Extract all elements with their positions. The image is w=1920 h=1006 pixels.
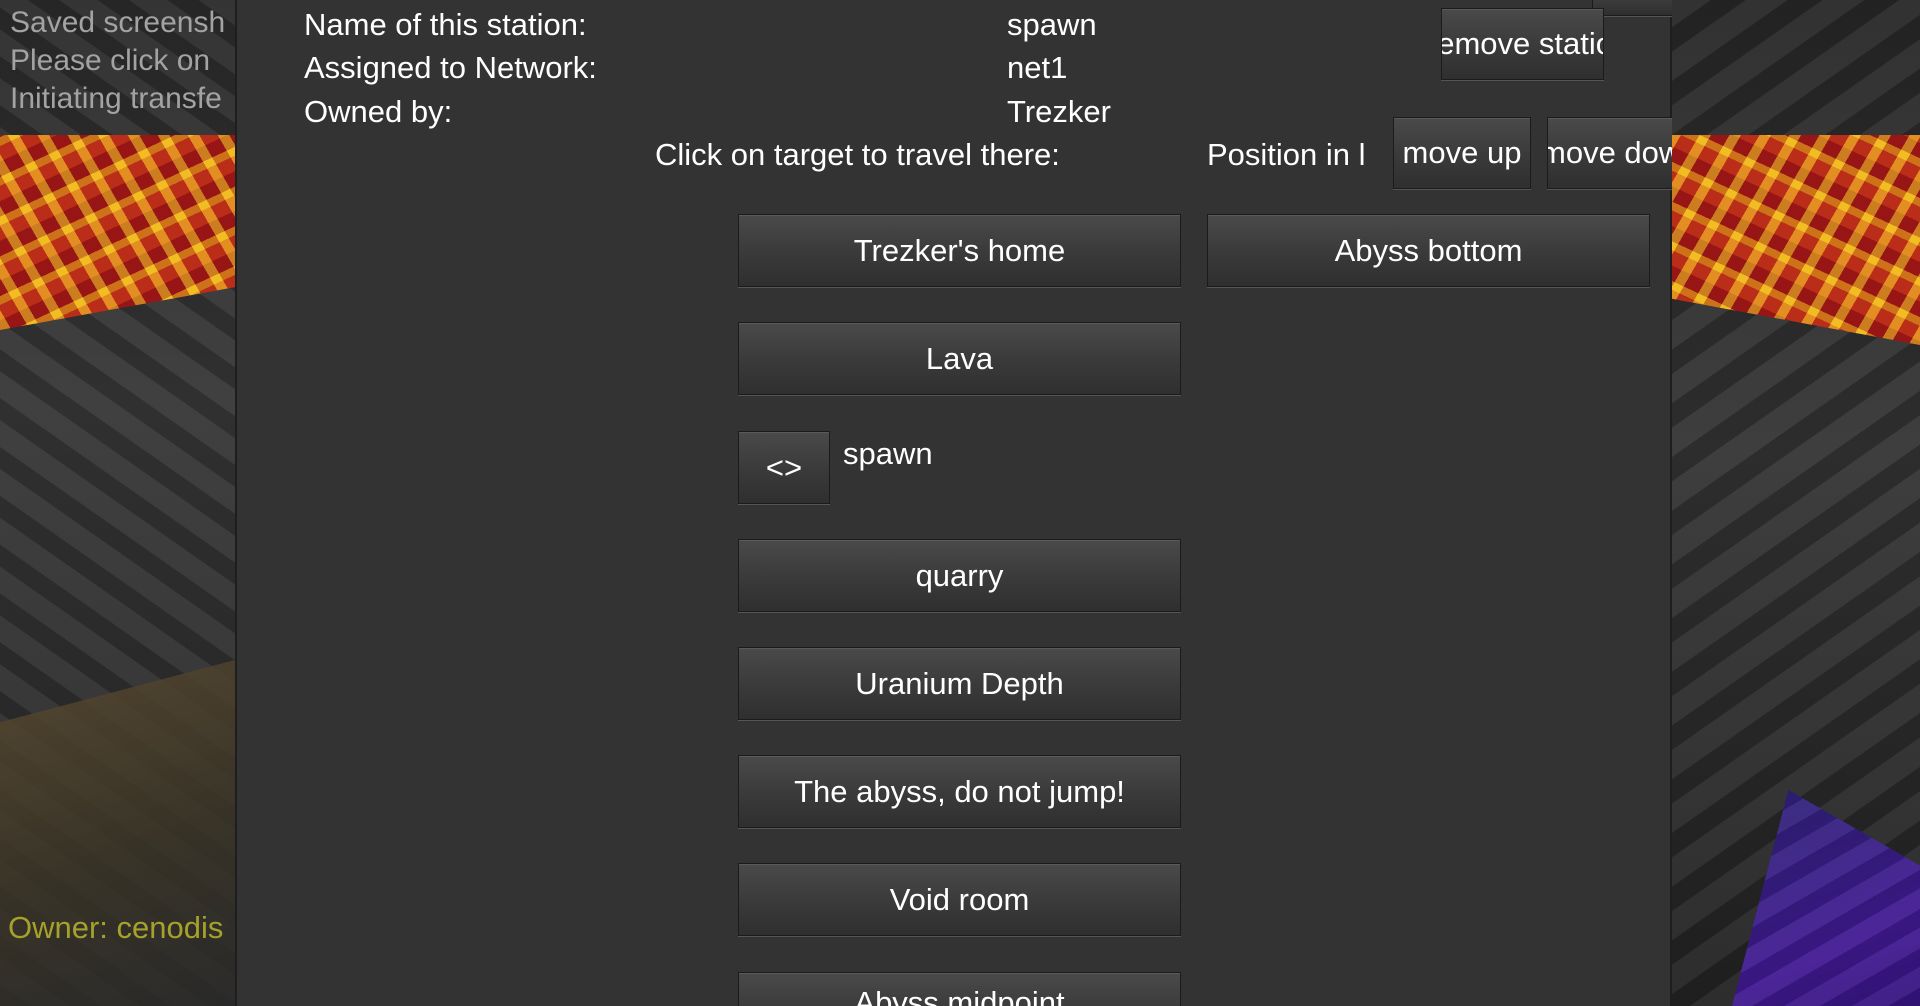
chat-line: Please click on	[10, 44, 211, 77]
game-world-left	[0, 0, 235, 1006]
move-down-label: move dowi	[1547, 135, 1672, 170]
remove-station-label: Remove station	[1441, 26, 1603, 61]
network-label: Assigned to Network:	[304, 50, 597, 85]
selected-station-button[interactable]: Abyss bottom	[1207, 214, 1650, 287]
target-button[interactable]: Trezker's home	[738, 214, 1181, 287]
toggle-label: <>	[765, 449, 803, 485]
move-up-button[interactable]: move up	[1393, 117, 1531, 189]
owner-value: Trezker	[1007, 94, 1111, 129]
target-button[interactable]: Abyss midpoint	[738, 972, 1181, 1006]
obsidian-block-texture	[1732, 790, 1920, 1006]
remove-station-button[interactable]: Remove station	[1441, 8, 1604, 80]
target-button[interactable]: quarry	[738, 539, 1181, 612]
current-station-toggle-button[interactable]: <>	[738, 431, 830, 504]
target-button[interactable]: The abyss, do not jump!	[738, 755, 1181, 828]
owner-label: Owned by:	[304, 94, 453, 129]
travelnet-dialog: Name of this station: spawn Assigned to …	[235, 0, 1672, 1006]
owner-hud-text: Owner: cenodis	[8, 910, 224, 945]
target-label: quarry	[915, 557, 1004, 593]
target-label: Void room	[889, 881, 1030, 917]
hidden-top-button[interactable]	[1592, 0, 1672, 16]
target-label: Abyss midpoint	[854, 985, 1065, 1006]
target-button[interactable]: Uranium Depth	[738, 647, 1181, 720]
target-label: Lava	[925, 340, 994, 376]
chat-line: Initiating transfe	[10, 82, 222, 115]
game-world-right	[1672, 0, 1920, 1006]
target-button[interactable]: Void room	[738, 863, 1181, 936]
ground-block-texture	[0, 660, 235, 1006]
target-button[interactable]: Lava	[738, 322, 1181, 395]
selected-station-label: Abyss bottom	[1334, 232, 1523, 268]
lava-block-texture	[1672, 135, 1920, 345]
targets-header: Click on target to travel there:	[655, 137, 1060, 172]
current-station-name: spawn	[843, 436, 933, 471]
target-label: Uranium Depth	[855, 665, 1064, 701]
chat-line: Saved screensh	[10, 6, 226, 39]
network-value: net1	[1007, 50, 1068, 85]
position-label: Position in lis	[1207, 137, 1365, 172]
station-name-value: spawn	[1007, 7, 1097, 42]
move-down-button[interactable]: move dowi	[1547, 117, 1672, 189]
lava-block-texture	[0, 135, 235, 330]
station-name-label: Name of this station:	[304, 7, 587, 42]
target-label: The abyss, do not jump!	[794, 773, 1125, 809]
move-up-label: move up	[1402, 135, 1522, 170]
target-label: Trezker's home	[853, 232, 1066, 268]
